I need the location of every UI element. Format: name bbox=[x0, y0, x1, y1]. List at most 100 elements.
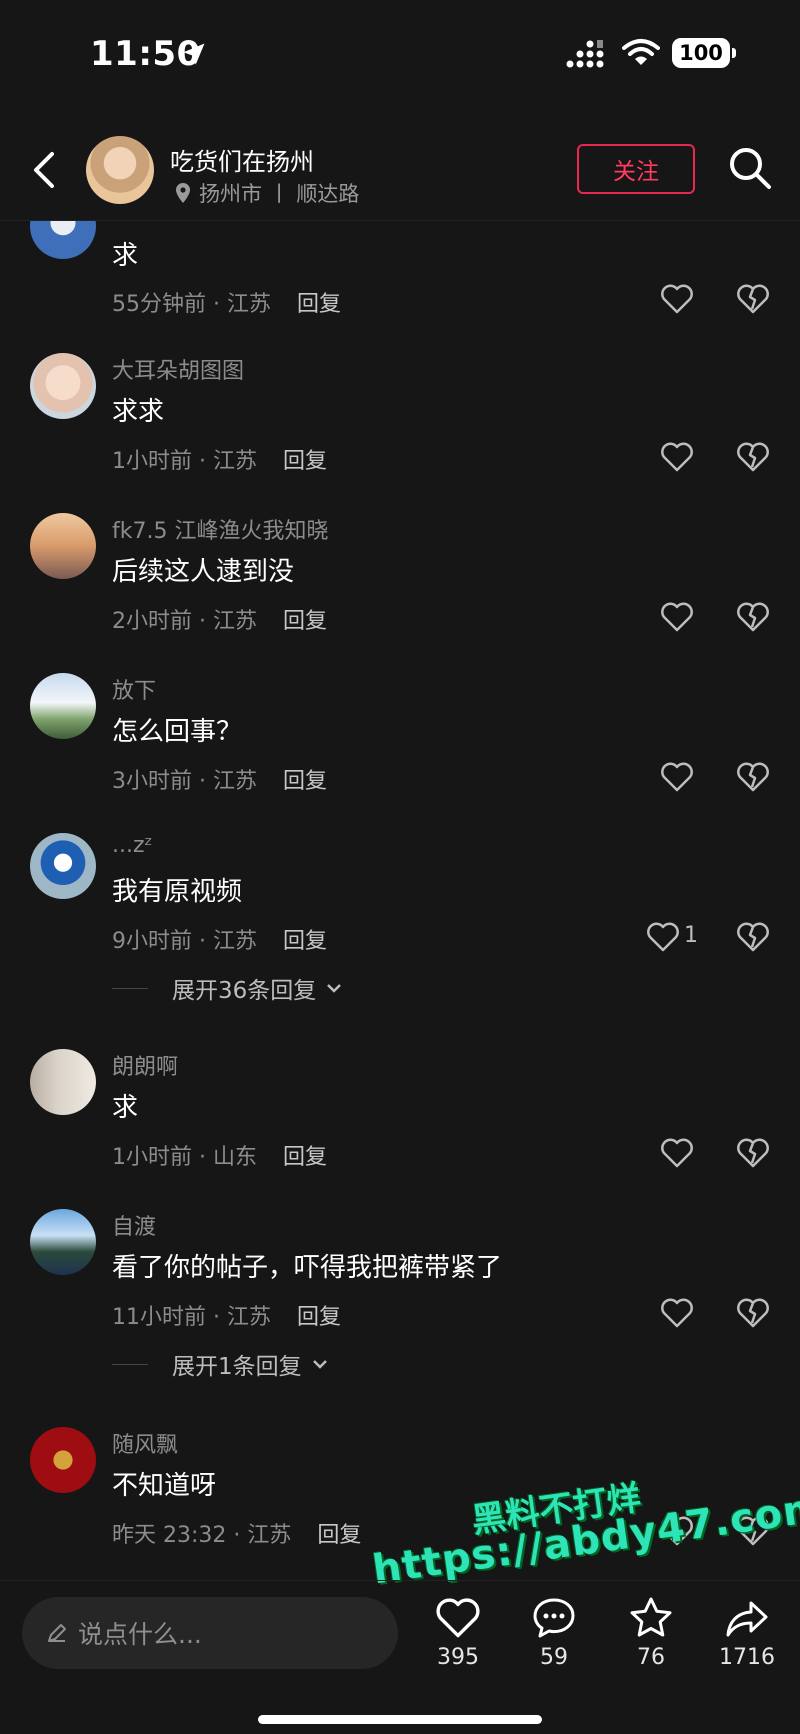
comment-time: 11小时前 · 江苏 bbox=[112, 1305, 271, 1330]
expand-replies-button[interactable]: 展开1条回复 bbox=[112, 1347, 328, 1381]
divider-line bbox=[112, 1363, 148, 1365]
comment-meta: 9小时前 · 江苏 回复 bbox=[112, 923, 327, 955]
commenter-avatar[interactable] bbox=[30, 513, 96, 579]
status-bar: 11:50 100 bbox=[0, 0, 800, 110]
comment-meta: 3小时前 · 江苏 回复 bbox=[112, 763, 327, 795]
comment-time: 2小时前 · 江苏 bbox=[112, 609, 257, 634]
comment-time: 1小时前 · 山东 bbox=[112, 1145, 257, 1170]
back-arrow-icon[interactable] bbox=[30, 150, 60, 190]
comment-list[interactable]: 求 55分钟前 · 江苏 回复 大耳朵胡图图 求求 1小时前 · 江苏 回复 fk7… bbox=[0, 221, 800, 1580]
heart-icon[interactable] bbox=[660, 761, 694, 793]
share-count: 1716 bbox=[719, 1645, 775, 1670]
comment-text: 看了你的帖子，吓得我把裤带紧了 bbox=[112, 1253, 503, 1283]
commenter-name[interactable]: 大耳朵胡图图 bbox=[112, 353, 244, 385]
heart-icon bbox=[436, 1598, 480, 1638]
author-avatar[interactable] bbox=[86, 136, 154, 204]
battery-tip bbox=[732, 48, 736, 58]
commenter-name[interactable]: fk7.5 江峰渔火我知晓 bbox=[112, 513, 328, 545]
commenter-avatar[interactable] bbox=[30, 833, 96, 899]
broken-heart-icon[interactable] bbox=[736, 1515, 770, 1547]
comment-meta: 2小时前 · 江苏 回复 bbox=[112, 603, 327, 635]
comment-meta: 1小时前 · 江苏 回复 bbox=[112, 443, 327, 475]
comment-meta: 11小时前 · 江苏 回复 bbox=[112, 1299, 341, 1331]
commenter-name[interactable]: 随风飘 bbox=[112, 1427, 178, 1459]
expand-replies-label: 展开1条回复 bbox=[172, 1354, 302, 1380]
comment-text: 不知道呀 bbox=[112, 1471, 217, 1501]
top-header: 吃货们在扬州 扬州市 丨 顺达路 关注 bbox=[0, 120, 800, 221]
expand-replies-button[interactable]: 展开36条回复 bbox=[112, 971, 342, 1005]
like-count: 395 bbox=[437, 1645, 479, 1670]
comment-time: 55分钟前 · 江苏 bbox=[112, 292, 271, 317]
reply-button[interactable]: 回复 bbox=[283, 449, 327, 474]
commenter-avatar[interactable] bbox=[30, 673, 96, 739]
divider-line bbox=[112, 987, 148, 989]
chevron-down-icon bbox=[312, 1360, 327, 1369]
heart-icon[interactable] bbox=[660, 283, 694, 315]
like-action[interactable]: 395 bbox=[413, 1591, 503, 1670]
broken-heart-icon[interactable] bbox=[736, 1297, 770, 1329]
reply-button[interactable]: 回复 bbox=[283, 929, 327, 954]
comment-meta: 55分钟前 · 江苏 回复 bbox=[112, 286, 341, 318]
heart-icon[interactable] bbox=[660, 1297, 694, 1329]
comment-bubble-icon bbox=[533, 1598, 575, 1638]
heart-icon[interactable] bbox=[660, 1137, 694, 1169]
bottom-action-bar: 说点什么... 395 59 76 1716 bbox=[0, 1580, 800, 1734]
comment-count: 59 bbox=[540, 1645, 568, 1670]
heart-icon[interactable] bbox=[660, 601, 694, 633]
share-action[interactable]: 1716 bbox=[702, 1591, 792, 1670]
broken-heart-icon[interactable] bbox=[736, 441, 770, 473]
wifi-icon bbox=[622, 39, 660, 65]
broken-heart-icon[interactable] bbox=[736, 761, 770, 793]
commenter-name[interactable]: 自渡 bbox=[112, 1209, 156, 1241]
comment-time: 3小时前 · 江苏 bbox=[112, 769, 257, 794]
reply-button[interactable]: 回复 bbox=[283, 769, 327, 794]
favorite-count: 76 bbox=[637, 1645, 665, 1670]
commenter-avatar[interactable] bbox=[30, 1049, 96, 1115]
author-name[interactable]: 吃货们在扬州 bbox=[170, 142, 314, 177]
like-count: 1 bbox=[684, 923, 698, 948]
commenter-avatar[interactable] bbox=[30, 1427, 96, 1493]
chevron-down-icon bbox=[327, 984, 342, 993]
reply-button[interactable]: 回复 bbox=[297, 292, 341, 317]
broken-heart-icon[interactable] bbox=[736, 601, 770, 633]
comment-action[interactable]: 59 bbox=[509, 1591, 599, 1670]
broken-heart-icon[interactable] bbox=[736, 921, 770, 953]
commenter-avatar[interactable] bbox=[30, 1209, 96, 1275]
commenter-avatar[interactable] bbox=[30, 353, 96, 419]
location-text: 扬州市 丨 顺达路 bbox=[199, 182, 360, 206]
pencil-icon bbox=[48, 1624, 66, 1642]
home-indicator[interactable] bbox=[258, 1715, 542, 1724]
reply-button[interactable]: 回复 bbox=[283, 1145, 327, 1170]
comment-text: 后续这人逮到没 bbox=[112, 557, 295, 587]
heart-icon[interactable] bbox=[660, 441, 694, 473]
comment-text: 怎么回事？ bbox=[112, 717, 243, 747]
reply-button[interactable]: 回复 bbox=[283, 609, 327, 634]
share-arrow-icon bbox=[726, 1601, 768, 1637]
heart-icon[interactable] bbox=[660, 1515, 694, 1547]
comment-input-placeholder: 说点什么... bbox=[78, 1620, 202, 1649]
commenter-name[interactable]: 朗朗啊 bbox=[112, 1049, 178, 1081]
location-pin-icon bbox=[176, 183, 190, 203]
comment-time: 9小时前 · 江苏 bbox=[112, 929, 257, 954]
location-row[interactable]: 扬州市 丨 顺达路 bbox=[175, 178, 359, 208]
broken-heart-icon[interactable] bbox=[736, 1137, 770, 1169]
expand-replies-label: 展开36条回复 bbox=[172, 978, 317, 1004]
commenter-name[interactable]: ...zᶻ bbox=[112, 833, 153, 858]
cellular-signal-icon bbox=[566, 40, 604, 68]
comment-meta: 1小时前 · 山东 回复 bbox=[112, 1139, 327, 1171]
comment-input[interactable]: 说点什么... bbox=[22, 1597, 398, 1669]
comment-text: 求 bbox=[112, 1093, 139, 1123]
search-icon[interactable] bbox=[728, 146, 772, 190]
comment-meta: 昨天 23:32 · 江苏 回复 bbox=[112, 1517, 361, 1549]
broken-heart-icon[interactable] bbox=[736, 283, 770, 315]
battery-indicator: 100 bbox=[672, 38, 730, 68]
heart-icon[interactable] bbox=[646, 921, 680, 953]
comment-text: 求求 bbox=[112, 397, 165, 427]
star-icon bbox=[630, 1597, 672, 1637]
follow-button[interactable]: 关注 bbox=[577, 144, 695, 194]
commenter-avatar[interactable] bbox=[30, 221, 96, 259]
favorite-action[interactable]: 76 bbox=[606, 1591, 696, 1670]
reply-button[interactable]: 回复 bbox=[317, 1523, 361, 1548]
commenter-name[interactable]: 放下 bbox=[112, 673, 156, 705]
reply-button[interactable]: 回复 bbox=[297, 1305, 341, 1330]
